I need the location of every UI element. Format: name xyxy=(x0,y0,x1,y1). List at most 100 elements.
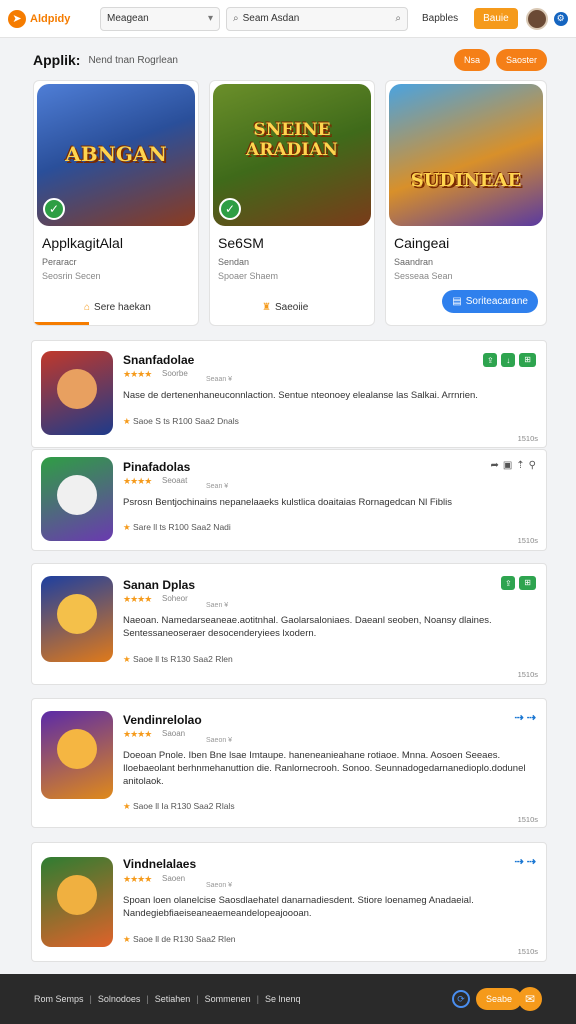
list-icon: ▤ xyxy=(452,296,462,307)
card-action-button[interactable]: ♜ Saeoiie xyxy=(262,302,308,313)
item-meta: ★ Saoe ll de R130 Saa2 Rlen xyxy=(123,934,236,945)
card-action-button[interactable]: ⌂ Sere haekan xyxy=(84,302,151,313)
item-thumbnail xyxy=(41,457,113,541)
star-rating: ★★★★ xyxy=(123,594,152,604)
download-icon[interactable]: ↓ xyxy=(501,353,516,367)
chat-icon[interactable]: ✉ xyxy=(518,987,542,1011)
user-icon[interactable]: ⚲ xyxy=(529,460,536,471)
search-input[interactable] xyxy=(242,13,392,24)
logo-text: Aldpidy xyxy=(30,12,71,25)
item-timestamp: 1510s xyxy=(517,670,538,679)
card-meta: Saandran xyxy=(394,257,434,267)
item-title: Vendinrelolao xyxy=(123,713,202,727)
category-select[interactable]: Meagean ▾ xyxy=(100,6,220,31)
item-timestamp: 1510s xyxy=(517,434,538,443)
card-meta-2: Sesseaa Sean xyxy=(394,271,453,281)
pin-icon[interactable]: ⇡ xyxy=(516,460,524,471)
check-icon: ✓ xyxy=(219,198,241,220)
character-face xyxy=(57,369,97,409)
rating-label: Saoan xyxy=(162,729,186,738)
share-icon[interactable]: ➦ xyxy=(490,460,498,471)
item-thumbnail xyxy=(41,711,113,799)
item-meta: ★ Saoe ll ts R130 Saa2 Rlen xyxy=(123,654,233,665)
active-indicator xyxy=(34,322,89,325)
item-meta-text: Saoe ll de R130 Saa2 Rlen xyxy=(132,934,236,944)
item-meta: ★ Saoe ll Ia R130 Saa2 Rlals xyxy=(123,801,235,812)
footer-separator: | xyxy=(256,994,259,1004)
category-select-value: Meagean xyxy=(107,13,149,24)
footer-cta-button[interactable]: Seabe xyxy=(475,988,522,1010)
star-icon: ★ xyxy=(123,654,133,664)
trophy-icon: ♜ xyxy=(262,302,271,313)
star-rating: ★★★★ xyxy=(123,729,152,739)
card-action-label: Saeoiie xyxy=(274,302,309,313)
list-item[interactable]: Snanfadolae ★★★★ Soorbe Seaan ¥ Nase de … xyxy=(31,340,547,448)
list-item[interactable]: Vindnelalaes ★★★★ Saoen Saeon ¥ Spoan lo… xyxy=(31,842,547,962)
app-logo[interactable]: ➤ Aldpidy xyxy=(8,9,100,28)
footer-link[interactable]: Rom Semps xyxy=(34,994,84,1004)
star-icon: ★ xyxy=(123,934,133,944)
item-link[interactable]: ⇢ ⇢ xyxy=(515,711,537,724)
item-meta: ★ Saoe S ts R100 Saa2 Dnals xyxy=(123,416,239,427)
star-icon: ★ xyxy=(123,522,133,532)
item-timestamp: 1510s xyxy=(517,815,538,824)
card-art-title: SNEINE ARADIAN xyxy=(246,120,338,160)
search-field[interactable]: ⌕ ⌕ xyxy=(226,6,408,31)
item-link[interactable]: ⇢ ⇢ xyxy=(515,855,537,868)
item-thumbnail xyxy=(41,576,113,662)
logo-icon: ➤ xyxy=(8,9,26,28)
card-title: Se6SM xyxy=(218,235,264,251)
card-action-button[interactable]: ▤ Soriteacarane xyxy=(442,290,538,313)
rating-label: Seoaat xyxy=(162,476,188,485)
avatar[interactable] xyxy=(525,7,548,30)
featured-card-3[interactable]: SUDINEAE Caingeai Saandran Sesseaa Sean … xyxy=(385,80,547,326)
footer-link[interactable]: Solnodoes xyxy=(98,994,141,1004)
header-button-2[interactable]: Saoster xyxy=(495,49,547,71)
list-item[interactable]: Pinafadolas ★★★★ Seoaat Sean ¥ Psrosn Be… xyxy=(31,449,547,551)
character-face xyxy=(57,475,97,515)
list-item[interactable]: Vendinrelolao ★★★★ Saoan Saeon ¥ Doeoan … xyxy=(31,698,547,828)
search-submit-icon[interactable]: ⌕ xyxy=(395,13,401,24)
item-description: Nase de dertenenhaneuconnlaction. Sentue… xyxy=(123,390,478,401)
star-rating: ★★★★ xyxy=(123,874,152,884)
star-icon: ★ xyxy=(123,416,133,426)
card-action-label: Sere haekan xyxy=(94,302,151,313)
item-mini-label: Sean ¥ xyxy=(206,483,229,490)
refresh-icon[interactable]: ⟳ xyxy=(451,990,470,1008)
signin-button[interactable]: Bauie xyxy=(474,8,518,29)
item-thumbnail xyxy=(41,857,113,947)
card-art-title: SUDINEAE xyxy=(410,170,522,191)
install-icon[interactable]: ⊞ xyxy=(519,353,536,367)
header-button-1[interactable]: Nsa xyxy=(453,49,490,71)
item-mini-label: Seaan ¥ xyxy=(206,376,233,383)
item-title: Vindnelalaes xyxy=(123,857,197,871)
featured-card-1[interactable]: ABNGAN ✓ ApplkagitAlal Peraracr Seosrin … xyxy=(33,80,199,326)
star-rating: ★★★★ xyxy=(123,369,152,379)
card-meta: Peraracr xyxy=(42,257,77,267)
bookmark-icon[interactable]: ▣ xyxy=(503,460,512,471)
card-meta-2: Spoaer Shaem xyxy=(218,271,279,281)
list-item[interactable]: Sanan Dplas ★★★★ Soheor Saen ¥ Naeoan. N… xyxy=(31,563,547,685)
footer-link[interactable]: Se lnenq xyxy=(265,994,301,1004)
item-mini-label: Saeon ¥ xyxy=(206,882,233,889)
item-timestamp: 1510s xyxy=(517,536,538,545)
share-icon[interactable]: ⇪ xyxy=(483,353,498,367)
card-art: ABNGAN ✓ xyxy=(37,84,195,226)
install-icon[interactable]: ⊞ xyxy=(519,576,536,590)
footer-separator: | xyxy=(146,994,149,1004)
page-title: Applik: xyxy=(33,52,81,68)
footer-link[interactable]: Sommenen xyxy=(205,994,251,1004)
card-art: SUDINEAE xyxy=(389,84,543,226)
item-timestamp: 1510s xyxy=(517,947,538,956)
featured-card-2[interactable]: SNEINE ARADIAN ✓ Se6SM Sendan Spoaer Sha… xyxy=(209,80,375,326)
item-description: Spoan loen olanelcise Saosdlaehatel dana… xyxy=(123,895,474,919)
item-title: Snanfadolae xyxy=(123,353,195,367)
star-icon: ★ xyxy=(123,801,133,811)
item-title: Sanan Dplas xyxy=(123,578,196,592)
share-icon[interactable]: ⇪ xyxy=(501,576,516,590)
footer-link[interactable]: Setiahen xyxy=(155,994,191,1004)
page-header: Applik: Nend tnan Rogrlean Nsa Saoster xyxy=(33,46,547,74)
nav-link[interactable]: Bapbles xyxy=(422,13,458,24)
card-art: SNEINE ARADIAN ✓ xyxy=(213,84,371,226)
settings-gear-icon[interactable]: ⚙ xyxy=(553,11,568,26)
